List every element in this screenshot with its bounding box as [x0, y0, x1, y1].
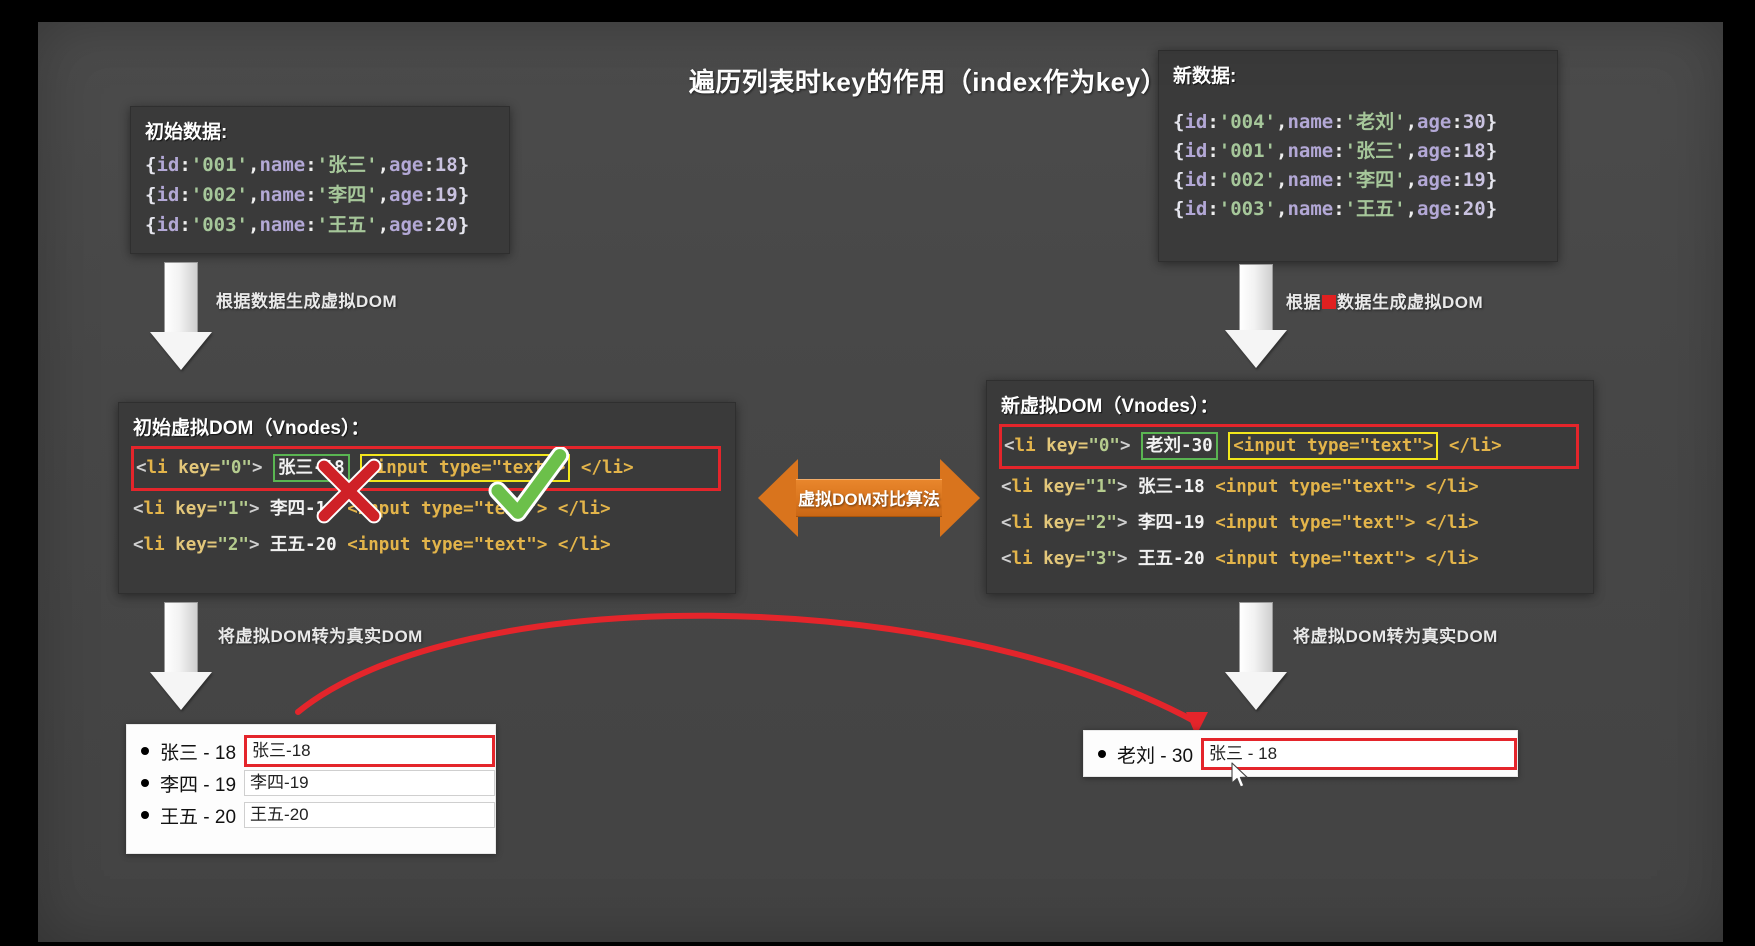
new-vdom-text: 王五-20	[1138, 549, 1205, 569]
new-vdom-key: "0"	[1088, 436, 1120, 456]
initial-data-name: '李四'	[316, 184, 378, 206]
new-vdom-row: <li key="1"> 张三-18 <input type="text"> <…	[1001, 477, 1479, 497]
screenshot-root: 遍历列表时key的作用（index作为key） 初始数据: {id:'001',…	[0, 0, 1755, 946]
new-data-name: '王五'	[1344, 198, 1406, 220]
old-vdom-key: "0"	[220, 458, 252, 478]
initial-data-id: '003'	[190, 214, 248, 236]
initial-data-heading: 初始数据:	[145, 122, 228, 143]
new-data-panel: 新数据: {id:'004',name:'老刘',age:30} {id:'00…	[1158, 50, 1558, 262]
old-vdom-key: "2"	[217, 535, 249, 555]
initial-data-name: '王五'	[316, 214, 378, 236]
real-dom-right: 老刘 - 30 张三 - 18	[1083, 730, 1518, 777]
list-item-label: 李四 - 19	[160, 774, 237, 796]
list-item-label: 老刘 - 30	[1117, 745, 1194, 767]
old-vdom-row: <li key="0"> 张三-18 <input type="text"> <…	[136, 450, 716, 486]
new-vdom-input: <input type="text">	[1215, 513, 1416, 533]
bullet-icon	[141, 811, 149, 819]
new-data-name: '张三'	[1344, 140, 1406, 162]
initial-data-age: 20	[434, 214, 458, 236]
new-vdom-close: </li>	[1425, 513, 1479, 533]
new-vdom-input: <input type="text">	[1215, 549, 1416, 569]
new-data-row: {id:'002',name:'李四',age:19}	[1173, 169, 1498, 191]
list-item-label: 王五 - 20	[160, 806, 237, 828]
new-vdom-key: "2"	[1085, 513, 1117, 533]
old-vdom-row: <li key="2"> 王五-20 <input type="text"> <…	[133, 535, 611, 555]
new-vdom-text: 李四-19	[1138, 513, 1205, 533]
caption-gen-vdom-right-pre: 根据	[1286, 293, 1321, 312]
old-vdom-close: </li>	[557, 535, 611, 555]
new-data-row: {id:'004',name:'老刘',age:30}	[1173, 111, 1498, 133]
real-dom-left: 张三 - 18 张三-18 李四 - 19 李四-19 王五 - 20 王五-2…	[126, 724, 496, 854]
new-data-red-marker	[1322, 295, 1336, 309]
initial-data-row: {id:'002',name:'李四',age:19}	[145, 184, 470, 206]
new-vdom-heading: 新虚拟DOM（Vnodes）：	[1001, 396, 1219, 417]
initial-data-id: '001'	[190, 154, 248, 176]
new-vdom-key: "1"	[1085, 477, 1117, 497]
list-item-label: 张三 - 18	[160, 742, 237, 764]
initial-data-age: 19	[434, 184, 458, 206]
list-item[interactable]: 王五 - 20 王五-20	[127, 799, 495, 831]
old-vdom-panel: 初始虚拟DOM（Vnodes）： <li key="0"> 张三-18 <inp…	[118, 402, 736, 594]
bullet-icon	[1098, 750, 1106, 758]
new-vdom-text: 张三-18	[1138, 477, 1205, 497]
list-item[interactable]: 老刘 - 30 张三 - 18	[1084, 738, 1517, 770]
new-vdom-close: </li>	[1425, 477, 1479, 497]
new-vdom-input-yellow-box: <input type="text">	[1228, 432, 1439, 460]
bullet-icon	[141, 747, 149, 755]
list-item[interactable]: 李四 - 19 李四-19	[127, 767, 495, 799]
initial-data-row: {id:'001',name:'张三',age:18}	[145, 154, 470, 176]
new-vdom-text-green-box: 老刘-30	[1141, 432, 1218, 460]
new-data-id: '001'	[1218, 140, 1276, 162]
diff-algorithm-arrow: 虚拟DOM对比算法	[758, 459, 980, 537]
new-vdom-row: <li key="0"> 老刘-30 <input type="text"> <…	[1004, 428, 1574, 464]
old-vdom-close: </li>	[580, 458, 634, 478]
old-vdom-row-highlight: <li key="0"> 张三-18 <input type="text"> <…	[131, 446, 721, 491]
caption-gen-vdom-right-post: 数据生成虚拟DOM	[1337, 293, 1484, 312]
old-vdom-input: <input type="text">	[347, 535, 548, 555]
new-data-age: 19	[1462, 169, 1486, 191]
old-vdom-row: <li key="1"> 李四-19 <input type="text"> <…	[133, 499, 611, 519]
slide-canvas: 遍历列表时key的作用（index作为key） 初始数据: {id:'001',…	[38, 22, 1723, 942]
new-data-age: 30	[1462, 111, 1486, 133]
new-vdom-row: <li key="2"> 李四-19 <input type="text"> <…	[1001, 513, 1479, 533]
caption-to-real-dom-right: 将虚拟DOM转为真实DOM	[1293, 627, 1498, 646]
new-data-age: 20	[1462, 198, 1486, 220]
new-data-id: '003'	[1218, 198, 1276, 220]
new-vdom-close: </li>	[1425, 549, 1479, 569]
new-data-age: 18	[1462, 140, 1486, 162]
initial-data-name: '张三'	[316, 154, 378, 176]
new-data-heading: 新数据:	[1173, 66, 1237, 87]
list-item[interactable]: 张三 - 18 张三-18	[127, 735, 495, 767]
new-vdom-key: "3"	[1085, 549, 1117, 569]
old-vdom-text: 王五-20	[270, 535, 337, 555]
new-vdom-row: <li key="3"> 王五-20 <input type="text"> <…	[1001, 549, 1479, 569]
new-data-row: {id:'001',name:'张三',age:18}	[1173, 140, 1498, 162]
new-data-id: '004'	[1218, 111, 1276, 133]
initial-data-age: 18	[434, 154, 458, 176]
mouse-cursor-icon	[1231, 762, 1248, 788]
old-vdom-heading: 初始虚拟DOM（Vnodes）：	[133, 418, 370, 439]
new-vdom-close: </li>	[1448, 436, 1502, 456]
caption-gen-vdom-left: 根据数据生成虚拟DOM	[216, 292, 398, 311]
diff-algorithm-label: 虚拟DOM对比算法	[798, 490, 940, 509]
new-vdom-input: <input type="text">	[1215, 477, 1416, 497]
initial-data-panel: 初始数据: {id:'001',name:'张三',age:18} {id:'0…	[130, 106, 510, 254]
cross-icon	[316, 458, 382, 524]
list-item-input[interactable]: 张三-18	[244, 735, 495, 767]
check-icon	[488, 447, 570, 522]
new-data-id: '002'	[1218, 169, 1276, 191]
new-data-name: '老刘'	[1344, 111, 1406, 133]
bullet-icon	[141, 779, 149, 787]
initial-data-row: {id:'003',name:'王五',age:20}	[145, 214, 470, 236]
initial-data-id: '002'	[190, 184, 248, 206]
old-vdom-key: "1"	[217, 499, 249, 519]
new-vdom-panel: 新虚拟DOM（Vnodes）： <li key="0"> 老刘-30 <inpu…	[986, 380, 1594, 594]
list-item-input[interactable]: 李四-19	[244, 770, 495, 796]
list-item-input[interactable]: 王五-20	[244, 802, 495, 828]
new-data-row: {id:'003',name:'王五',age:20}	[1173, 198, 1498, 220]
new-data-name: '李四'	[1344, 169, 1406, 191]
new-vdom-row-highlight: <li key="0"> 老刘-30 <input type="text"> <…	[999, 424, 1579, 469]
caption-gen-vdom-right: 根据 数据生成虚拟DOM	[1286, 288, 1483, 313]
caption-to-real-dom-left: 将虚拟DOM转为真实DOM	[218, 627, 423, 646]
